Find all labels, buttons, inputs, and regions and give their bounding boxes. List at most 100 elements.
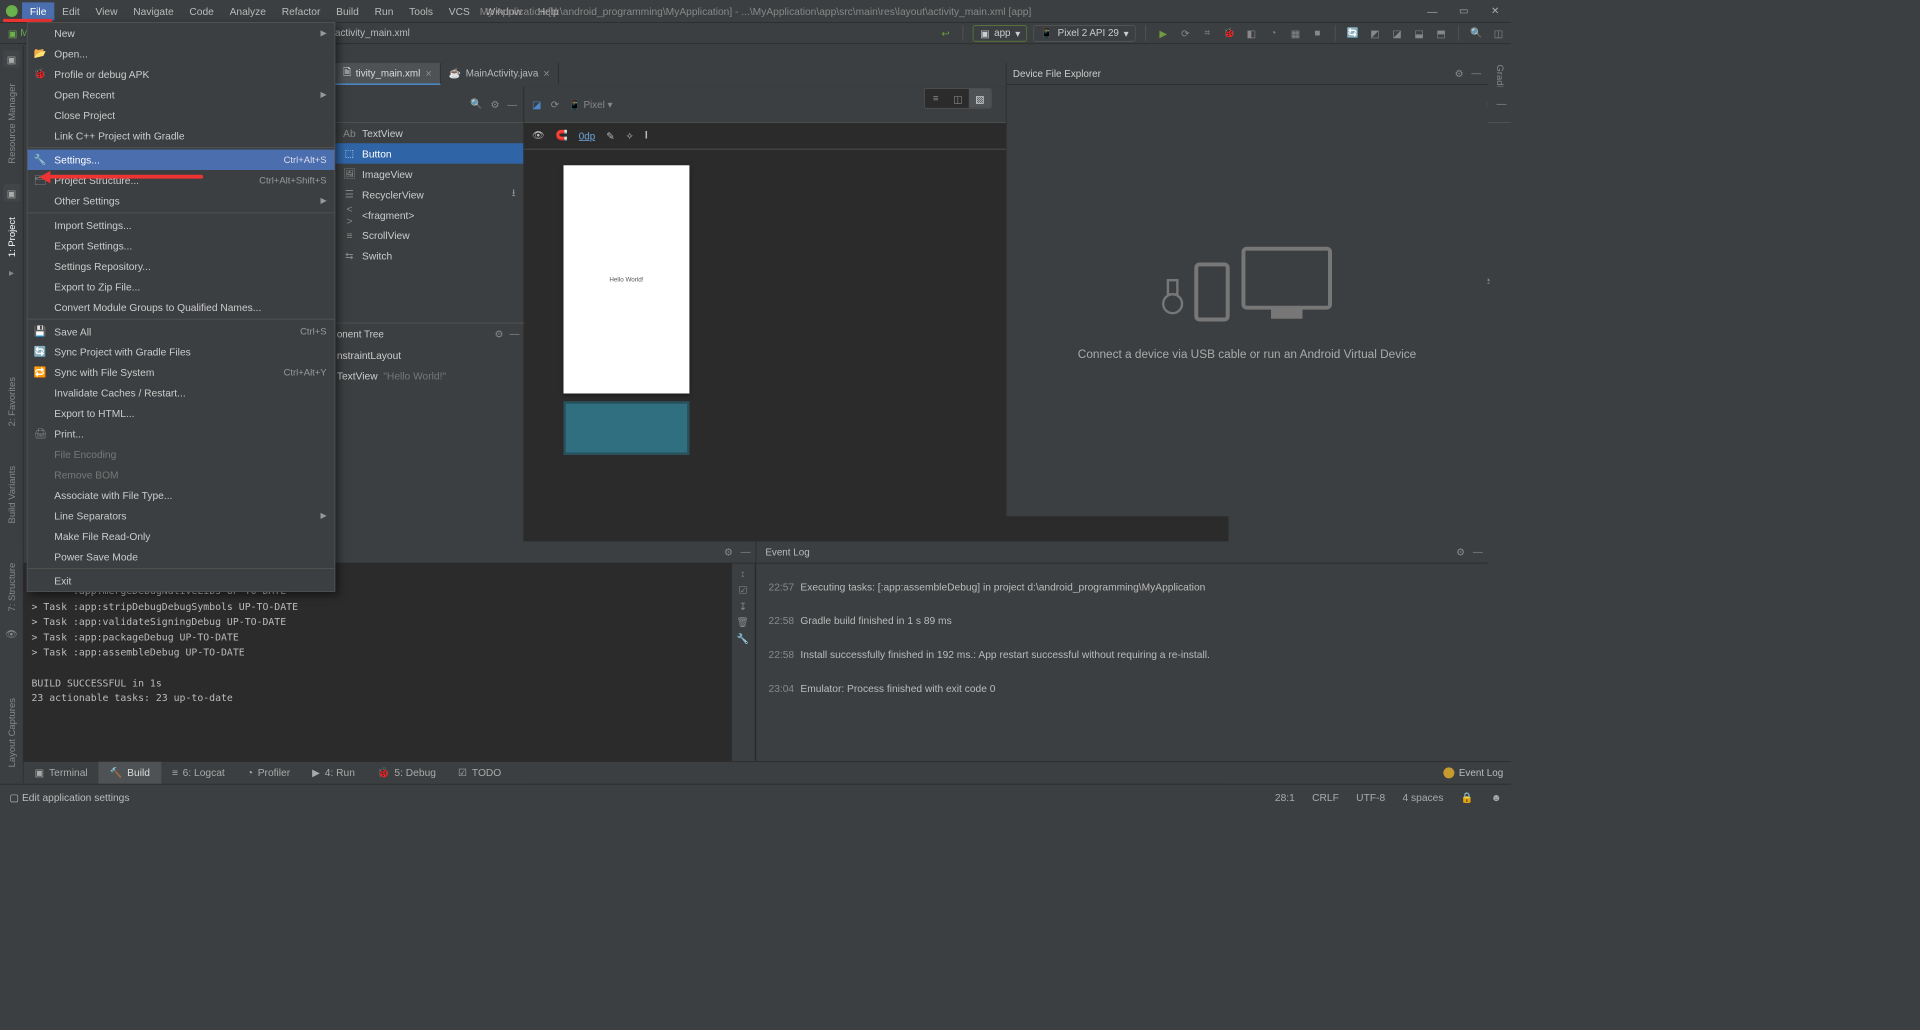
default-margin-link[interactable]: 0dp <box>579 130 595 141</box>
palette-settings-icon[interactable]: ⚙ <box>491 98 500 110</box>
search-everywhere-icon[interactable]: 🔍 <box>1469 25 1485 41</box>
tree-hide-icon[interactable]: — <box>510 328 520 340</box>
file-menu-item[interactable]: 🐞Profile or debug APK <box>28 64 335 84</box>
generic-icon-2[interactable]: ◪ <box>1389 25 1405 41</box>
menu-navigate[interactable]: Navigate <box>125 2 181 20</box>
menu-file[interactable]: File <box>22 2 54 20</box>
menu-run[interactable]: Run <box>367 2 402 20</box>
back-nav-icon[interactable]: ↩ <box>938 25 954 41</box>
generic-icon-1[interactable]: ◩ <box>1367 25 1383 41</box>
device-selector[interactable]: 📱 Pixel 2 API 29 ▾ <box>1034 25 1136 42</box>
rail-build-variants[interactable]: Build Variants <box>6 466 17 524</box>
event-log-hide-icon[interactable]: — <box>1473 546 1483 558</box>
tab-event-log[interactable]: Event Log <box>1443 767 1511 778</box>
rail-layout-captures[interactable]: Layout Captures <box>6 698 17 767</box>
debug-icon[interactable]: 🐞 <box>1221 25 1237 41</box>
sdk-manager-icon[interactable]: ⬓ <box>1411 25 1427 41</box>
menu-refactor[interactable]: Refactor <box>274 2 328 20</box>
canvas-tool1-icon[interactable]: ✎ <box>606 130 614 142</box>
menu-code[interactable]: Code <box>182 2 222 20</box>
sync-icon[interactable]: 🔄 <box>1345 25 1361 41</box>
stop-icon[interactable]: ■ <box>1310 25 1326 41</box>
menu-tools[interactable]: Tools <box>401 2 441 20</box>
apply-changes-icon[interactable]: ⟳ <box>1177 25 1193 41</box>
file-menu-item[interactable]: Export to Zip File... <box>28 276 335 296</box>
file-menu-item[interactable]: Associate with File Type... <box>28 485 335 505</box>
file-menu-item[interactable]: Exit <box>28 571 335 591</box>
palette-search-icon[interactable]: 🔍 <box>470 98 482 110</box>
file-menu-item[interactable]: Make File Read-Only <box>28 526 335 546</box>
attributes-hide-icon[interactable]: — <box>1496 98 1506 110</box>
run-config-selector[interactable]: ▣ app ▾ <box>973 25 1027 42</box>
rail-project-icon[interactable]: ▣ <box>3 184 20 201</box>
menu-edit[interactable]: Edit <box>54 2 87 20</box>
tab-activity-main-xml[interactable]: 🗎 tivity_main.xml ✕ <box>335 63 441 85</box>
status-box-icon[interactable]: ▢ <box>9 791 19 804</box>
file-menu-item[interactable]: Power Save Mode <box>28 546 335 566</box>
profiler-icon[interactable]: ◔ <box>1265 25 1281 41</box>
status-face-icon[interactable]: ☻ <box>1491 791 1502 804</box>
tab-main-activity-java[interactable]: ☕ MainActivity.java ✕ <box>441 63 559 85</box>
file-menu-item[interactable]: Convert Module Groups to Qualified Names… <box>28 297 335 317</box>
build-output[interactable]: :app:mergeDebugJniLibFolders UP-TO-DATE … <box>24 563 732 761</box>
file-menu-item[interactable]: Invalidate Caches / Restart... <box>28 382 335 402</box>
build-hide-icon[interactable]: — <box>741 546 751 558</box>
tab-profiler[interactable]: ◔ Profiler <box>236 761 301 783</box>
palette-item[interactable]: 🖼ImageView <box>335 164 523 184</box>
download-icon[interactable]: ⭳ <box>512 186 516 203</box>
attach-debugger-icon[interactable]: ⌗ <box>1199 25 1215 41</box>
palette-item[interactable]: ≡ScrollView <box>335 225 523 245</box>
file-menu-item[interactable]: New▶ <box>28 23 335 43</box>
palette-hide-icon[interactable]: — <box>507 99 517 110</box>
event-log-settings-icon[interactable]: ⚙ <box>1456 546 1465 558</box>
run-button[interactable]: ▶ <box>1155 25 1171 41</box>
view-split-icon[interactable]: ◫ <box>947 89 969 108</box>
palette-item[interactable]: ⬚Button <box>335 143 523 163</box>
lock-icon[interactable]: 🔒 <box>1461 791 1474 804</box>
line-ending[interactable]: CRLF <box>1312 791 1339 804</box>
tab-run[interactable]: ▶ 4: Run <box>301 761 366 783</box>
avd-icon[interactable]: ▦ <box>1288 25 1304 41</box>
canvas-palette-icon[interactable]: ◪ <box>532 98 541 110</box>
file-menu-item[interactable]: 💾Save AllCtrl+S <box>28 321 335 341</box>
tree-settings-icon[interactable]: ⚙ <box>494 328 503 340</box>
menu-build[interactable]: Build <box>328 2 367 20</box>
menu-vcs[interactable]: VCS <box>441 2 478 20</box>
tab-todo[interactable]: ☑ TODO <box>447 761 512 783</box>
rail-favorites[interactable]: 2: Favorites <box>6 377 17 426</box>
menu-analyze[interactable]: Analyze <box>222 2 274 20</box>
canvas-tool2-icon[interactable]: ✧ <box>626 130 634 142</box>
view-design-icon[interactable]: ▧ <box>969 89 991 108</box>
file-menu-item[interactable]: Export Settings... <box>28 235 335 255</box>
settings-quick-icon[interactable]: ◫ <box>1491 25 1507 41</box>
build-settings-icon[interactable]: ⚙ <box>724 546 733 558</box>
palette-item[interactable]: < ><fragment> <box>335 205 523 225</box>
view-code-icon[interactable]: ≡ <box>925 89 947 108</box>
file-menu-item[interactable]: Other Settings▶ <box>28 190 335 210</box>
tab-logcat[interactable]: ≡ 6: Logcat <box>161 761 236 783</box>
file-menu-item[interactable]: Export to HTML... <box>28 403 335 423</box>
rail-collapse-icon[interactable]: ▸ <box>4 265 20 281</box>
build-side-icon-2[interactable]: ☑ <box>739 584 748 596</box>
tree-row-textview[interactable]: TextView "Hello World!" <box>335 367 446 382</box>
canvas-orientation-icon[interactable]: ⟳ <box>551 98 559 110</box>
dfe-settings-icon[interactable]: ⚙ <box>1455 68 1464 80</box>
file-menu-item[interactable]: 🖨Print... <box>28 423 335 443</box>
file-menu-item[interactable]: 🔧Settings...Ctrl+Alt+S <box>28 150 335 170</box>
avd-manager-icon[interactable]: ⬒ <box>1433 25 1449 41</box>
menu-view[interactable]: View <box>88 2 126 20</box>
canvas-tool3-icon[interactable]: 𝐈 <box>645 130 648 142</box>
canvas-magnet-icon[interactable]: 🧲 <box>556 130 568 142</box>
build-side-icon-1[interactable]: ↕ <box>740 568 745 579</box>
tab-build[interactable]: 🔨 Build <box>99 761 161 783</box>
tab-debug[interactable]: 🐞 5: Debug <box>366 761 447 783</box>
file-menu-item[interactable]: 📂Open... <box>28 43 335 63</box>
close-icon[interactable]: ✕ <box>425 68 432 78</box>
event-log-body[interactable]: 22:57Executing tasks: [:app:assembleDebu… <box>756 563 1488 761</box>
rail-resource-manager-icon[interactable]: ▣ <box>3 50 20 67</box>
coverage-icon[interactable]: ◧ <box>1243 25 1259 41</box>
build-side-icon-4[interactable]: 🗑 <box>737 617 749 629</box>
file-menu-item[interactable]: Line Separators▶ <box>28 505 335 525</box>
dfe-hide-icon[interactable]: — <box>1471 68 1481 80</box>
file-menu-item[interactable]: Import Settings... <box>28 215 335 235</box>
